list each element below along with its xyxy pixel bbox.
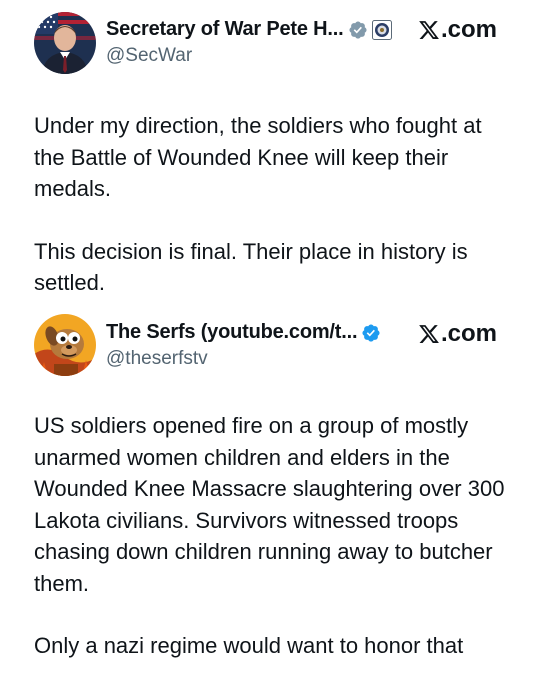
cartoon-dog-avatar-icon — [34, 314, 96, 376]
avatar[interactable] — [34, 12, 96, 74]
person-portrait-avatar-icon — [34, 12, 96, 74]
tweet-paragraph: Under my direction, the soldiers who fou… — [34, 113, 482, 201]
tweet-text: Under my direction, the soldiers who fou… — [34, 110, 514, 330]
author-name-row: Secretary of War Pete H... — [106, 18, 392, 41]
verified-badge-icon — [362, 323, 380, 342]
x-logo-icon — [419, 21, 439, 39]
avatar[interactable] — [34, 314, 96, 376]
tweet-paragraph: US soldiers opened fire on a group of mo… — [34, 413, 505, 596]
source-domain-text: .com — [441, 16, 498, 43]
author-handle[interactable]: @SecWar — [106, 45, 192, 67]
tweet-paragraph: Only a nazi regime would want to honor t… — [34, 633, 464, 658]
source-label: .com — [418, 16, 497, 44]
x-logo-icon — [419, 325, 439, 343]
source-label: .com — [418, 320, 497, 348]
department-seal-icon — [371, 19, 392, 40]
source-domain-text: .com — [441, 320, 498, 347]
display-name[interactable]: Secretary of War Pete H... — [106, 18, 344, 41]
display-name[interactable]: The Serfs (youtube.com/t... — [106, 321, 358, 344]
author-name-row: The Serfs (youtube.com/t... — [106, 321, 381, 344]
tweet-text: US soldiers opened fire on a group of mo… — [34, 410, 514, 693]
author-handle[interactable]: @theserfstv — [106, 348, 208, 370]
verified-badge-icon — [348, 20, 367, 39]
tweet-paragraph: This decision is final. Their place in h… — [34, 238, 468, 296]
